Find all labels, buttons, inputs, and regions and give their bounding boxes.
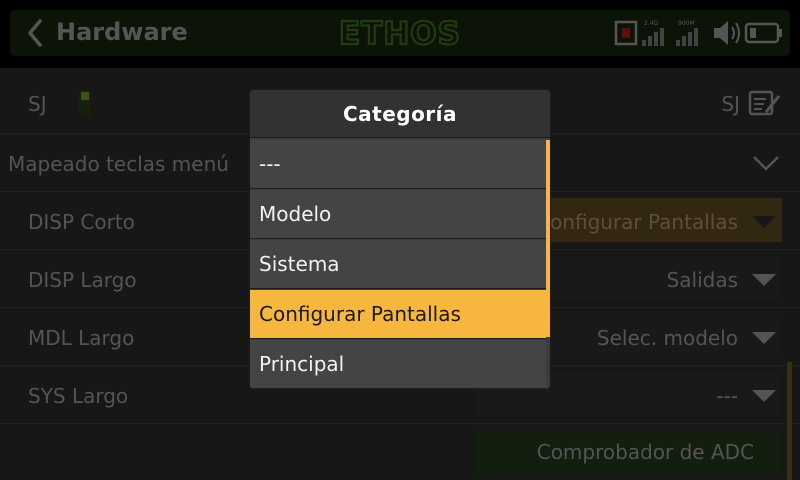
category-dialog: Categoría --- Modelo Sistema Configurar … [250,90,550,389]
option-none[interactable]: --- [250,140,546,189]
option-sistema[interactable]: Sistema [250,240,546,289]
option-modelo[interactable]: Modelo [250,190,546,239]
option-principal[interactable]: Principal [250,340,546,389]
dialog-title: Categoría [250,90,550,138]
option-configurar-pantallas[interactable]: Configurar Pantallas [250,290,546,339]
dialog-scrollbar[interactable] [546,140,550,337]
